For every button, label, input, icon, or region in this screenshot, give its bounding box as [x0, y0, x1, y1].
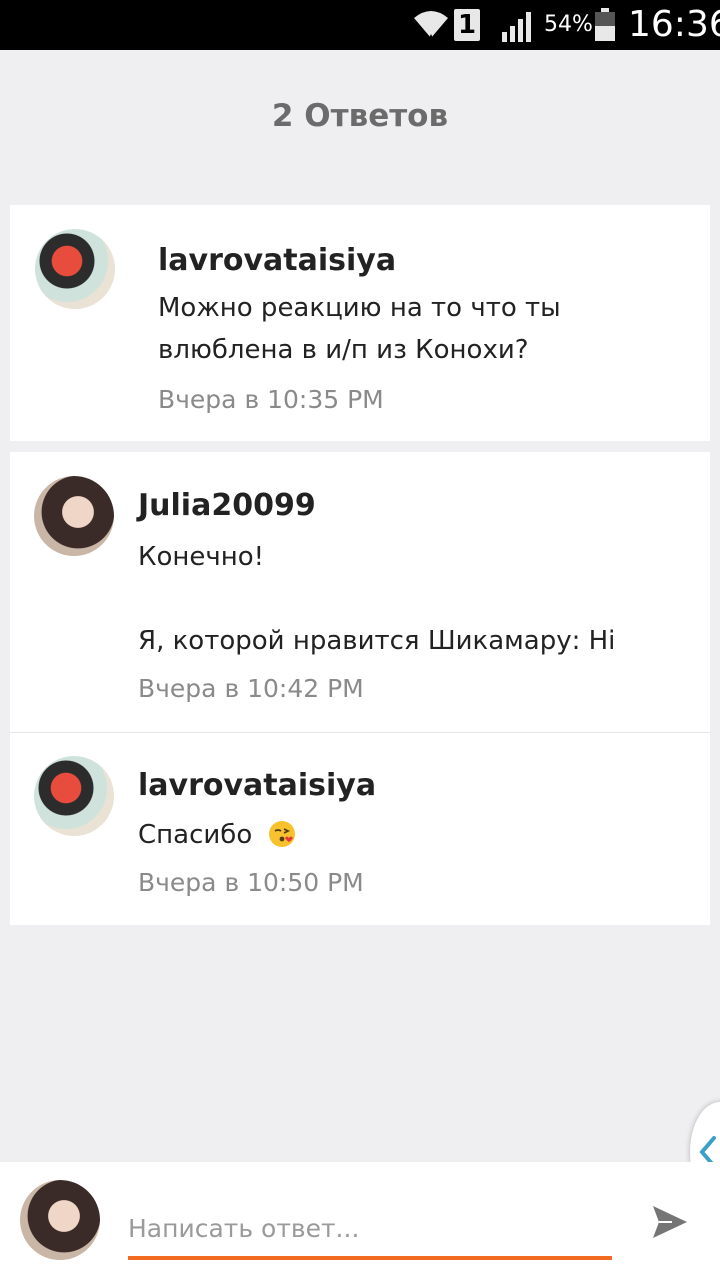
avatar[interactable]	[34, 476, 114, 556]
comment-timestamp: Вчера в 10:35 PM	[158, 385, 384, 414]
signal-icon	[502, 12, 531, 42]
comment-username[interactable]: lavrovataisiya	[138, 768, 376, 803]
avatar[interactable]	[34, 756, 114, 836]
page-title: 2 Ответов	[271, 98, 449, 134]
wifi-icon	[414, 11, 448, 40]
divider	[10, 732, 710, 733]
status-bar: 1 54% 16:36	[0, 0, 720, 50]
comment-message: Конечно! Я, которой нравится Шикамару: H…	[138, 542, 616, 656]
avatar[interactable]	[35, 229, 115, 309]
comment-timestamp: Вчера в 10:50 PM	[138, 868, 364, 897]
avatar	[20, 1180, 100, 1260]
comment-message: Можно реакцию на то что ты влюблена в и/…	[158, 293, 561, 365]
reply-input[interactable]	[128, 1200, 612, 1260]
comment-message-text: Спасибо	[138, 820, 253, 850]
reply-composer	[0, 1162, 720, 1280]
comment-thread-card: Julia20099 Конечно! Я, которой нравится …	[10, 452, 710, 925]
send-icon[interactable]	[650, 1202, 690, 1242]
kissing-face-emoji-icon	[268, 821, 295, 847]
battery-percent: 54%	[544, 12, 593, 37]
battery-icon	[595, 8, 615, 41]
comment-card: lavrovataisiya Можно реакцию на то что т…	[10, 205, 710, 441]
comment-username[interactable]: lavrovataisiya	[158, 243, 396, 278]
comment-username[interactable]: Julia20099	[138, 488, 316, 523]
status-time: 16:36	[628, 4, 720, 45]
replies-header: 2 Ответов	[0, 50, 720, 180]
sim-icon: 1	[454, 9, 480, 41]
comment-timestamp: Вчера в 10:42 PM	[138, 674, 364, 703]
comment-message: Спасибо	[138, 814, 297, 856]
